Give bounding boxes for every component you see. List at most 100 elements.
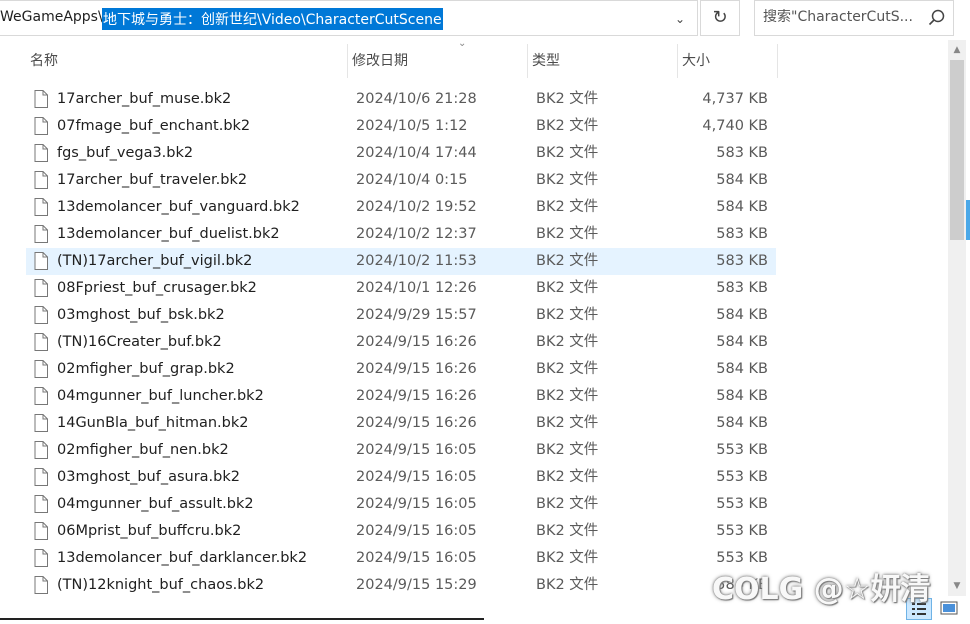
search-box[interactable]: [754, 0, 954, 36]
file-type: BK2 文件: [536, 361, 599, 377]
file-name[interactable]: fgs_buf_vega3.bk2: [57, 140, 193, 167]
scroll-up-icon[interactable]: ▲: [948, 42, 966, 58]
file-icon: [34, 387, 48, 405]
column-date[interactable]: 修改日期: [348, 44, 528, 78]
file-row[interactable]: 04mgunner_buf_assult.bk2 2024/9/15 16:05 B…: [26, 491, 776, 518]
file-size: 583 KB: [716, 280, 768, 296]
address-path-prefix: WeGameApps\: [0, 9, 103, 25]
file-name[interactable]: 13demolancer_buf_duelist.bk2: [57, 221, 280, 248]
file-row[interactable]: 13demolancer_buf_duelist.bk2 2024/10/2 12…: [26, 221, 776, 248]
file-name[interactable]: 04mgunner_buf_luncher.bk2: [57, 383, 264, 410]
column-size[interactable]: 大小: [678, 44, 778, 78]
address-path-selected[interactable]: 地下城与勇士：创新世纪\Video\CharacterCutScene: [102, 8, 443, 30]
large-icons-view-button[interactable]: [936, 598, 962, 620]
file-date: 2024/9/15 16:05: [356, 523, 477, 539]
file-date: 2024/9/15 16:05: [356, 496, 477, 512]
file-row[interactable]: 03mghost_buf_asura.bk2 2024/9/15 16:05 BK2…: [26, 464, 776, 491]
file-icon: [34, 279, 48, 297]
file-row[interactable]: fgs_buf_vega3.bk2 2024/10/4 17:44 BK2 文件 58…: [26, 140, 776, 167]
large-icons-view-icon: [940, 601, 958, 615]
scroll-thumb[interactable]: [950, 60, 964, 240]
file-icon: [34, 171, 48, 189]
file-row[interactable]: 03mghost_buf_bsk.bk2 2024/9/29 15:57 BK2 文…: [26, 302, 776, 329]
file-name[interactable]: 17archer_buf_muse.bk2: [57, 86, 231, 113]
file-icon: [34, 90, 48, 108]
file-row[interactable]: (TN)17archer_buf_vigil.bk2 2024/10/2 11:5…: [26, 248, 776, 275]
file-type: BK2 文件: [536, 199, 599, 215]
file-name[interactable]: 17archer_buf_traveler.bk2: [57, 167, 247, 194]
column-name-label: 名称: [30, 53, 58, 69]
vertical-scrollbar[interactable]: ▲ ▼: [948, 40, 966, 596]
scroll-down-icon[interactable]: ▼: [948, 578, 966, 594]
file-date: 2024/9/15 16:05: [356, 442, 477, 458]
file-name[interactable]: 06Mprist_buf_buffcru.bk2: [57, 518, 241, 545]
file-date: 2024/10/4 0:15: [356, 172, 468, 188]
file-row[interactable]: (TN)16Creater_buf.bk2 2024/9/15 16:26 BK2 …: [26, 329, 776, 356]
file-type: BK2 文件: [536, 334, 599, 350]
file-row[interactable]: 17archer_buf_muse.bk2 2024/10/6 21:28 BK2 …: [26, 86, 776, 113]
file-date: 2024/10/6 21:28: [356, 91, 477, 107]
file-size: 584 KB: [716, 361, 768, 377]
file-size: 583 KB: [716, 253, 768, 269]
file-type: BK2 文件: [536, 469, 599, 485]
file-date: 2024/9/29 15:57: [356, 307, 477, 323]
file-size: 4,740 KB: [702, 118, 768, 134]
file-row[interactable]: 14GunBla_buf_hitman.bk2 2024/9/15 16:26 BK…: [26, 410, 776, 437]
file-row[interactable]: 02mfigher_buf_nen.bk2 2024/9/15 16:05 BK2 …: [26, 437, 776, 464]
file-name[interactable]: 14GunBla_buf_hitman.bk2: [57, 410, 248, 437]
column-name[interactable]: 名称: [26, 44, 348, 78]
file-row[interactable]: 07fmage_buf_enchant.bk2 2024/10/5 1:12 BK2…: [26, 113, 776, 140]
file-name[interactable]: 04mgunner_buf_assult.bk2: [57, 491, 254, 518]
file-icon: [34, 225, 48, 243]
file-icon: [34, 522, 48, 540]
file-name[interactable]: (TN)17archer_buf_vigil.bk2: [57, 248, 252, 275]
file-type: BK2 文件: [536, 226, 599, 242]
refresh-button[interactable]: ↻: [700, 0, 740, 36]
file-date: 2024/10/4 17:44: [356, 145, 477, 161]
file-date: 2024/9/15 16:05: [356, 469, 477, 485]
file-date: 2024/9/15 16:26: [356, 388, 477, 404]
sort-caret-icon: ⌄: [458, 38, 467, 49]
file-row[interactable]: 06Mprist_buf_buffcru.bk2 2024/9/15 16:05 B…: [26, 518, 776, 545]
chevron-down-icon[interactable]: ⌄: [668, 7, 692, 31]
file-size: 4,737 KB: [702, 91, 768, 107]
edge-accent: [966, 200, 970, 240]
file-size: 584 KB: [716, 334, 768, 350]
file-row[interactable]: 04mgunner_buf_luncher.bk2 2024/9/15 16:26…: [26, 383, 776, 410]
file-name[interactable]: 03mghost_buf_bsk.bk2: [57, 302, 225, 329]
file-row[interactable]: 17archer_buf_traveler.bk2 2024/10/4 0:15 B…: [26, 167, 776, 194]
file-icon: [34, 360, 48, 378]
column-type-label: 类型: [532, 53, 560, 69]
file-icon: [34, 441, 48, 459]
file-row[interactable]: (TN)12knight_buf_chaos.bk2 2024/9/15 15:2…: [26, 572, 776, 599]
file-date: 2024/10/1 12:26: [356, 280, 477, 296]
file-name[interactable]: 03mghost_buf_asura.bk2: [57, 464, 240, 491]
file-type: BK2 文件: [536, 91, 599, 107]
address-bar[interactable]: WeGameApps\ 地下城与勇士：创新世纪\Video\CharacterC…: [0, 0, 698, 36]
search-input[interactable]: [763, 9, 923, 25]
file-name[interactable]: 07fmage_buf_enchant.bk2: [57, 113, 250, 140]
file-row[interactable]: 13demolancer_buf_darklancer.bk2 2024/9/15…: [26, 545, 776, 572]
file-row[interactable]: 13demolancer_buf_vanguard.bk2 2024/10/2 1…: [26, 194, 776, 221]
file-name[interactable]: 02mfigher_buf_nen.bk2: [57, 437, 229, 464]
file-name[interactable]: 08Fpriest_buf_crusager.bk2: [57, 275, 257, 302]
file-name[interactable]: (TN)12knight_buf_chaos.bk2: [57, 572, 264, 599]
file-size: 584 KB: [716, 199, 768, 215]
file-row[interactable]: 08Fpriest_buf_crusager.bk2 2024/10/1 12:2…: [26, 275, 776, 302]
file-size: 553 KB: [716, 469, 768, 485]
file-type: BK2 文件: [536, 145, 599, 161]
file-name[interactable]: (TN)16Creater_buf.bk2: [57, 329, 222, 356]
file-row[interactable]: 02mfigher_buf_grap.bk2 2024/9/15 16:26 BK2…: [26, 356, 776, 383]
file-name[interactable]: 13demolancer_buf_vanguard.bk2: [57, 194, 300, 221]
file-date: 2024/9/15 15:29: [356, 577, 477, 593]
file-icon: [34, 117, 48, 135]
file-name[interactable]: 13demolancer_buf_darklancer.bk2: [57, 545, 307, 572]
file-icon: [34, 144, 48, 162]
file-type: BK2 文件: [536, 172, 599, 188]
column-type[interactable]: 类型: [528, 44, 678, 78]
file-name[interactable]: 02mfigher_buf_grap.bk2: [57, 356, 235, 383]
file-type: BK2 文件: [536, 496, 599, 512]
file-type: BK2 文件: [536, 280, 599, 296]
file-date: 2024/10/2 19:52: [356, 199, 477, 215]
search-icon[interactable]: [927, 8, 947, 28]
